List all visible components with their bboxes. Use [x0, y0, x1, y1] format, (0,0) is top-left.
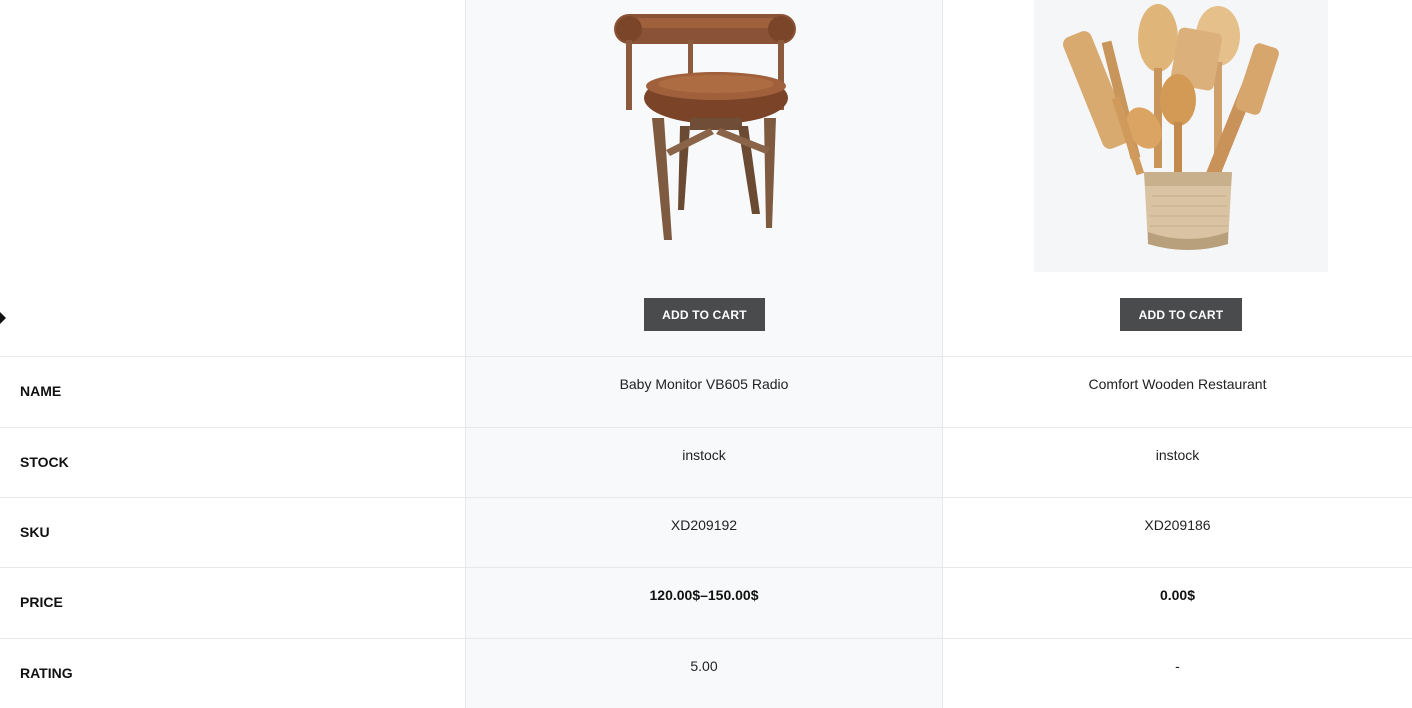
row-label-name: NAME: [20, 383, 62, 399]
mouse-cursor-icon: [0, 312, 6, 324]
product-name[interactable]: Comfort Wooden Restaurant: [943, 376, 1412, 392]
compare-row-rating: RATING 5.00 -: [0, 638, 1412, 708]
product-image-utensils[interactable]: [1034, 0, 1328, 272]
product-sku: XD209186: [1144, 517, 1211, 533]
compare-row-name: NAME Baby Monitor VB605 Radio Comfort Wo…: [0, 356, 1412, 427]
compare-row-stock: STOCK instock instock: [0, 427, 1412, 498]
compare-table: ADD TO CART ADD TO CART NAME Baby Monito…: [0, 0, 1412, 708]
add-to-cart-button[interactable]: ADD TO CART: [644, 298, 765, 331]
compare-row-price: PRICE 120.00$–150.00$ 0.00$: [0, 567, 1412, 638]
row-label-stock: STOCK: [20, 454, 69, 470]
compare-row-sku: SKU XD209192 XD209186: [0, 497, 1412, 568]
product-stock: instock: [1155, 447, 1200, 463]
product-rating: 5.00: [690, 658, 718, 674]
product-name[interactable]: Baby Monitor VB605 Radio: [466, 376, 942, 392]
product-header-row: ADD TO CART ADD TO CART: [0, 0, 1412, 356]
row-label-price: PRICE: [20, 594, 63, 610]
product-stock: instock: [682, 447, 726, 463]
row-label-sku: SKU: [20, 524, 50, 540]
add-to-cart-button[interactable]: ADD TO CART: [1120, 298, 1242, 331]
product-rating: -: [1175, 658, 1180, 674]
product-price: 0.00$: [1159, 587, 1196, 603]
product-image-chair[interactable]: [560, 0, 850, 272]
product-price: 120.00$–150.00$: [649, 587, 759, 603]
product-sku: XD209192: [670, 517, 738, 533]
row-label-rating: RATING: [20, 665, 73, 681]
